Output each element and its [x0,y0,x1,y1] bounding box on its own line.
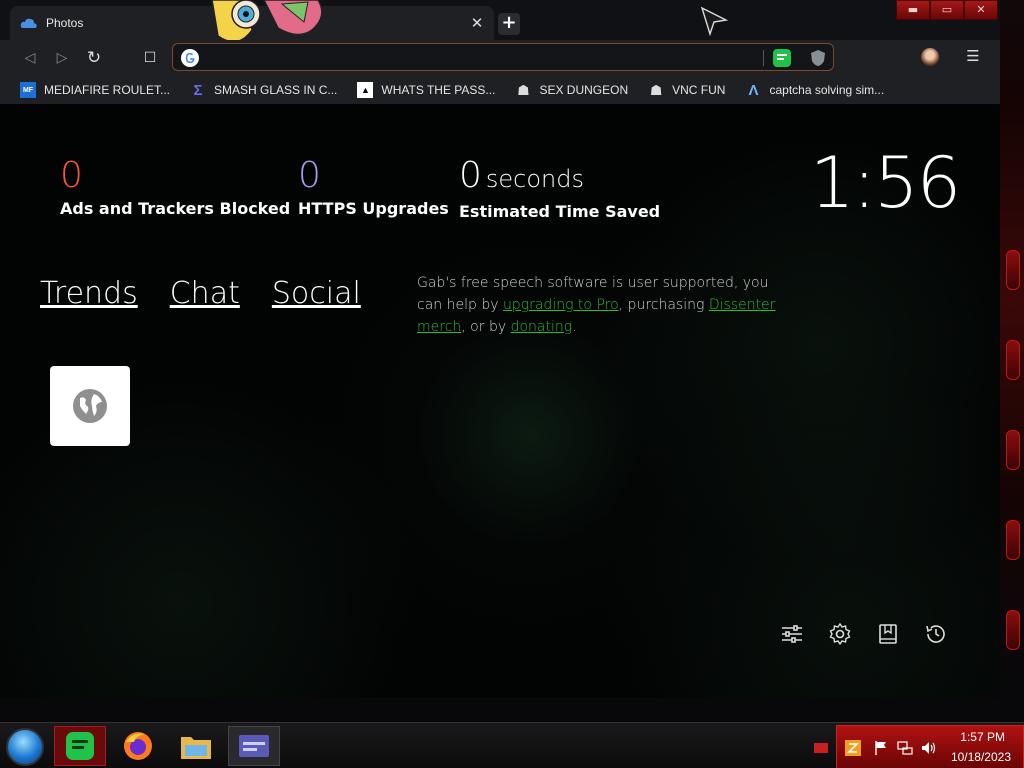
shield-icon[interactable] [809,49,827,67]
close-window-button[interactable]: ✕ [964,0,998,20]
bookmark-item[interactable]: MF MEDIAFIRE ROULET... [20,82,170,98]
ghost-icon: ☗ [517,81,530,98]
bookmark-label: SMASH GLASS IN C... [214,83,338,97]
bookmarks-bar: MF MEDIAFIRE ROULET... Σ SMASH GLASS IN … [0,76,1000,104]
message-text: , or by [461,319,511,335]
customize-sliders-icon[interactable] [780,622,804,646]
chat-app-icon [66,732,94,760]
system-tray: 1:57 PM 10/18/2023 [836,725,1024,768]
terminal-icon: ▲ [357,82,374,98]
wallpaper-ornament [1006,340,1020,380]
bookmarks-icon[interactable] [876,622,900,646]
settings-gear-icon[interactable] [828,622,852,646]
omnibox-separator [763,50,764,66]
wallpaper-ornament [1006,520,1020,560]
app-tray-icon[interactable] [845,740,861,756]
browser-menu-button[interactable]: ☰ [964,47,982,65]
network-icon[interactable] [897,740,913,756]
window-icon [239,735,269,757]
taskbar-window[interactable] [228,726,280,766]
window-controls: ▬ ▭ ✕ [896,0,998,20]
reload-button[interactable]: ↻ [84,48,104,68]
wallpaper-ornament [1006,250,1020,290]
folder-icon [181,737,211,759]
close-tab-icon[interactable]: ✕ [468,14,486,32]
bookmark-item[interactable]: ▲ WHATS THE PASS... [357,82,495,98]
ads-blocked-label: Ads and Trackers Blocked [60,199,291,218]
tab-title: Photos [46,16,84,30]
message-text: . [572,319,577,335]
firefox-icon [124,732,152,760]
donate-link[interactable]: donating [511,319,573,335]
sigma-icon: Σ [193,81,203,99]
upgrade-pro-link[interactable]: upgrading to Pro [503,297,619,313]
tab-bar: Photos ✕ + [0,0,1000,40]
bookmark-item[interactable]: Σ SMASH GLASS IN C... [190,81,338,99]
taskbar-chat-app[interactable] [54,726,106,766]
lambda-icon: Λ [748,81,759,99]
bookmark-label: MEDIAFIRE ROULET... [44,83,171,97]
https-upgrades-count: 0 [298,155,321,196]
globe-icon [73,389,107,423]
time-saved-stat: 0 seconds Estimated Time Saved [459,156,661,222]
bookmark-page-button[interactable]: ☐ [140,48,160,68]
message-text: , purchasing [618,297,709,313]
chat-extension-icon[interactable] [773,49,791,67]
ghost-icon: ☗ [649,81,663,98]
top-site-tile[interactable] [50,366,130,446]
bookmark-label: SEX DUNGEON [539,83,629,97]
clock: 1:56 [810,142,961,224]
time-saved-value: 0 seconds [459,156,660,199]
ads-blocked-count: 0 [60,155,83,196]
new-tab-page: 0 Ads and Trackers Blocked 0 HTTPS Upgra… [0,104,1000,698]
wallpaper-ornament [1006,610,1020,650]
address-input[interactable] [207,46,767,68]
maximize-button[interactable]: ▭ [930,0,964,20]
gab-nav-links: Trends Chat Social [40,276,393,311]
profile-avatar[interactable] [921,48,939,66]
gab-support-message: Gab's free speech software is user suppo… [417,272,777,338]
volume-icon[interactable] [921,740,937,756]
bookmark-label: VNC FUN [672,83,726,97]
show-hidden-icons[interactable] [814,743,828,753]
new-tab-button[interactable]: + [498,13,520,35]
photos-cloud-icon [20,18,37,28]
taskbar: 1:57 PM 10/18/2023 [0,722,1024,768]
bookmark-label: captcha solving sim... [769,83,885,97]
time-saved-unit: seconds [485,165,585,193]
taskbar-file-explorer[interactable] [170,726,222,766]
time-saved-label: Estimated Time Saved [459,202,661,221]
taskbar-date[interactable]: 10/18/2023 [951,750,1011,764]
minimize-button[interactable]: ▬ [896,0,930,20]
start-button[interactable] [6,728,44,766]
taskbar-firefox[interactable] [112,726,164,766]
mediafire-icon: MF [20,82,36,98]
social-link[interactable]: Social [272,276,361,311]
google-icon [181,49,199,67]
address-bar[interactable] [172,43,834,71]
bookmark-item[interactable]: Λ captcha solving sim... [745,81,885,99]
back-button[interactable]: ◁ [20,48,40,68]
forward-button[interactable]: ▷ [52,48,72,68]
bookmark-label: WHATS THE PASS... [381,83,496,97]
action-center-flag-icon[interactable] [873,740,889,756]
bookmark-item[interactable]: ☗ VNC FUN [648,81,726,98]
trends-link[interactable]: Trends [40,276,138,311]
history-icon[interactable] [924,622,948,646]
ads-blocked-stat: 0 Ads and Trackers Blocked [60,155,291,219]
chat-link[interactable]: Chat [170,276,240,311]
time-saved-count: 0 [459,155,482,196]
https-upgrades-stat: 0 HTTPS Upgrades [298,155,449,219]
browser-window: Photos ✕ + ▬ ▭ ✕ ◁ ▷ ↻ ☐ ☰ MF MEDIAFIRE … [0,0,1000,698]
bookmark-item[interactable]: ☗ SEX DUNGEON [515,82,628,98]
taskbar-time[interactable]: 1:57 PM [960,730,1005,744]
wallpaper-ornament [1006,430,1020,470]
mouse-cursor-icon [700,6,729,36]
https-upgrades-label: HTTPS Upgrades [298,199,449,218]
